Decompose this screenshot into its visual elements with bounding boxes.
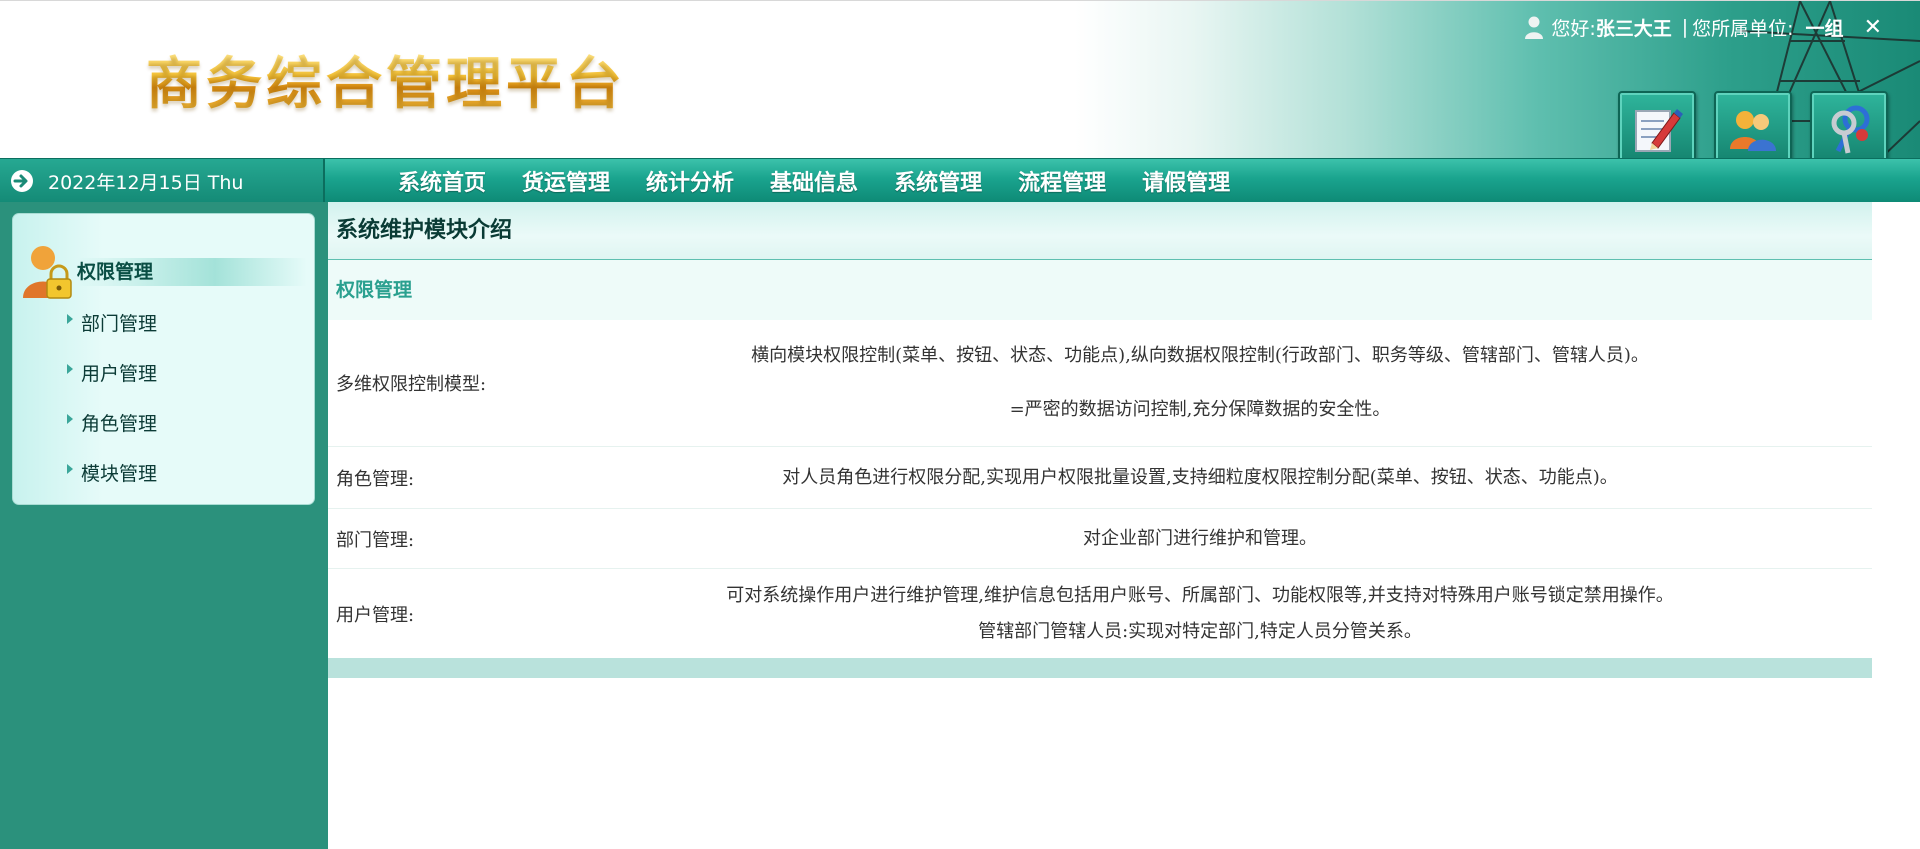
row-text: 对企业部门进行维护和管理。 bbox=[1083, 527, 1317, 549]
nav-item-statistics[interactable]: 统计分析 bbox=[646, 165, 734, 197]
date-text: 2022年12月15日 Thu bbox=[48, 171, 244, 194]
nav-item-workflow[interactable]: 流程管理 bbox=[1018, 165, 1106, 197]
triangle-right-icon bbox=[67, 314, 73, 324]
info-row: 部门管理: 对企业部门进行维护和管理。 bbox=[328, 509, 1872, 569]
row-text: =严密的数据访问控制,充分保障数据的安全性。 bbox=[1009, 399, 1391, 420]
nav-item-system[interactable]: 系统管理 bbox=[894, 165, 982, 197]
sidebar-menu: 部门管理 用户管理 角色管理 模块管理 bbox=[67, 297, 157, 497]
nav-item-freight[interactable]: 货运管理 bbox=[522, 165, 610, 197]
info-row: 角色管理: 对人员角色进行权限分配,实现用户权限批量设置,支持细粒度权限控制分配… bbox=[328, 447, 1872, 509]
keys-button[interactable] bbox=[1810, 91, 1888, 158]
triangle-right-icon bbox=[67, 464, 73, 474]
greeting-text: 您好: bbox=[1551, 17, 1596, 40]
date-display: 2022年12月15日 Thu bbox=[0, 159, 325, 203]
row-text: 可对系统操作用户进行维护管理,维护信息包括用户账号、所属部门、功能权限等,并支持… bbox=[726, 584, 1674, 606]
row-text: 横向模块权限控制(菜单、按钮、状态、功能点),纵向数据权限控制(行政部门、职务等… bbox=[751, 345, 1649, 366]
row-text: 对人员角色进行权限分配,实现用户权限批量设置,支持细粒度权限控制分配(菜单、按钮… bbox=[782, 466, 1618, 488]
page-title: 系统维护模块介绍 bbox=[328, 202, 1872, 260]
keys-icon bbox=[1831, 105, 1870, 154]
row-label: 用户管理: bbox=[336, 604, 415, 626]
row-label: 部门管理: bbox=[336, 529, 415, 551]
sidebar-item-label: 用户管理 bbox=[81, 362, 158, 385]
sidebar-panel: 权限管理 部门管理 用户管理 角色管理 模块管理 bbox=[12, 213, 315, 505]
header: 商务综合管理平台 您好: 张三大王 | 您所属单位: 一组 ✕ bbox=[0, 0, 1920, 158]
sidebar-item-label: 部门管理 bbox=[81, 312, 158, 335]
triangle-right-icon bbox=[67, 364, 73, 374]
sidebar: 权限管理 部门管理 用户管理 角色管理 模块管理 bbox=[0, 202, 328, 849]
sidebar-item-user[interactable]: 用户管理 bbox=[67, 347, 157, 397]
edit-button[interactable] bbox=[1618, 91, 1696, 158]
nav-item-leave[interactable]: 请假管理 bbox=[1142, 165, 1230, 197]
row-content: 横向模块权限控制(菜单、按钮、状态、功能点),纵向数据权限控制(行政部门、职务等… bbox=[628, 338, 1872, 428]
top-navigation-bar: 2022年12月15日 Thu 系统首页 货运管理 统计分析 基础信息 系统管理… bbox=[0, 158, 1920, 203]
row-label: 角色管理: bbox=[336, 468, 415, 490]
sidebar-item-role[interactable]: 角色管理 bbox=[67, 397, 157, 447]
user-icon bbox=[1525, 16, 1544, 39]
sidebar-item-department[interactable]: 部门管理 bbox=[67, 297, 157, 347]
triangle-right-icon bbox=[67, 414, 73, 424]
unit-label: 您所属单位: bbox=[1692, 17, 1794, 40]
sidebar-item-label: 模块管理 bbox=[81, 462, 158, 485]
nav-item-home[interactable]: 系统首页 bbox=[398, 165, 486, 197]
main-content: 系统维护模块介绍 权限管理 多维权限控制模型: 横向模块权限控制(菜单、按钮、状… bbox=[328, 202, 1872, 678]
user-lock-icon bbox=[23, 246, 72, 299]
row-text: 管辖部门管辖人员:实现对特定部门,特定人员分管关系。 bbox=[978, 620, 1422, 642]
users-button[interactable] bbox=[1714, 91, 1792, 158]
user-bar: 您好: 张三大王 | 您所属单位: 一组 ✕ bbox=[1523, 14, 1882, 40]
separator: | bbox=[1681, 16, 1689, 38]
row-content: 对企业部门进行维护和管理。 bbox=[628, 521, 1872, 557]
info-row: 用户管理: 可对系统操作用户进行维护管理,维护信息包括用户账号、所属部门、功能权… bbox=[328, 569, 1872, 658]
sidebar-header: 权限管理 bbox=[21, 242, 311, 300]
section-title: 权限管理 bbox=[328, 260, 1872, 320]
row-content: 对人员角色进行权限分配,实现用户权限批量设置,支持细粒度权限控制分配(菜单、按钮… bbox=[628, 460, 1872, 496]
row-label: 多维权限控制模型: bbox=[336, 374, 487, 395]
nav-menu: 系统首页 货运管理 统计分析 基础信息 系统管理 流程管理 请假管理 bbox=[380, 159, 1248, 203]
sidebar-item-module[interactable]: 模块管理 bbox=[67, 447, 157, 497]
info-row: 多维权限控制模型: 横向模块权限控制(菜单、按钮、状态、功能点),纵向数据权限控… bbox=[328, 320, 1872, 447]
row-content: 可对系统操作用户进行维护管理,维护信息包括用户账号、所属部门、功能权限等,并支持… bbox=[628, 578, 1872, 650]
nav-item-basic-info[interactable]: 基础信息 bbox=[770, 165, 858, 197]
sidebar-title: 权限管理 bbox=[77, 258, 307, 286]
sidebar-item-label: 角色管理 bbox=[81, 412, 158, 435]
arrow-circle-icon bbox=[11, 170, 33, 192]
logout-close-icon[interactable]: ✕ bbox=[1864, 15, 1882, 40]
platform-logo: 商务综合管理平台 bbox=[146, 39, 626, 120]
users-icon bbox=[1730, 111, 1776, 151]
edit-icon bbox=[1635, 109, 1683, 152]
unit-name: 一组 bbox=[1805, 17, 1844, 40]
content-footer-bar bbox=[328, 658, 1872, 678]
user-name: 张三大王 bbox=[1595, 17, 1672, 40]
